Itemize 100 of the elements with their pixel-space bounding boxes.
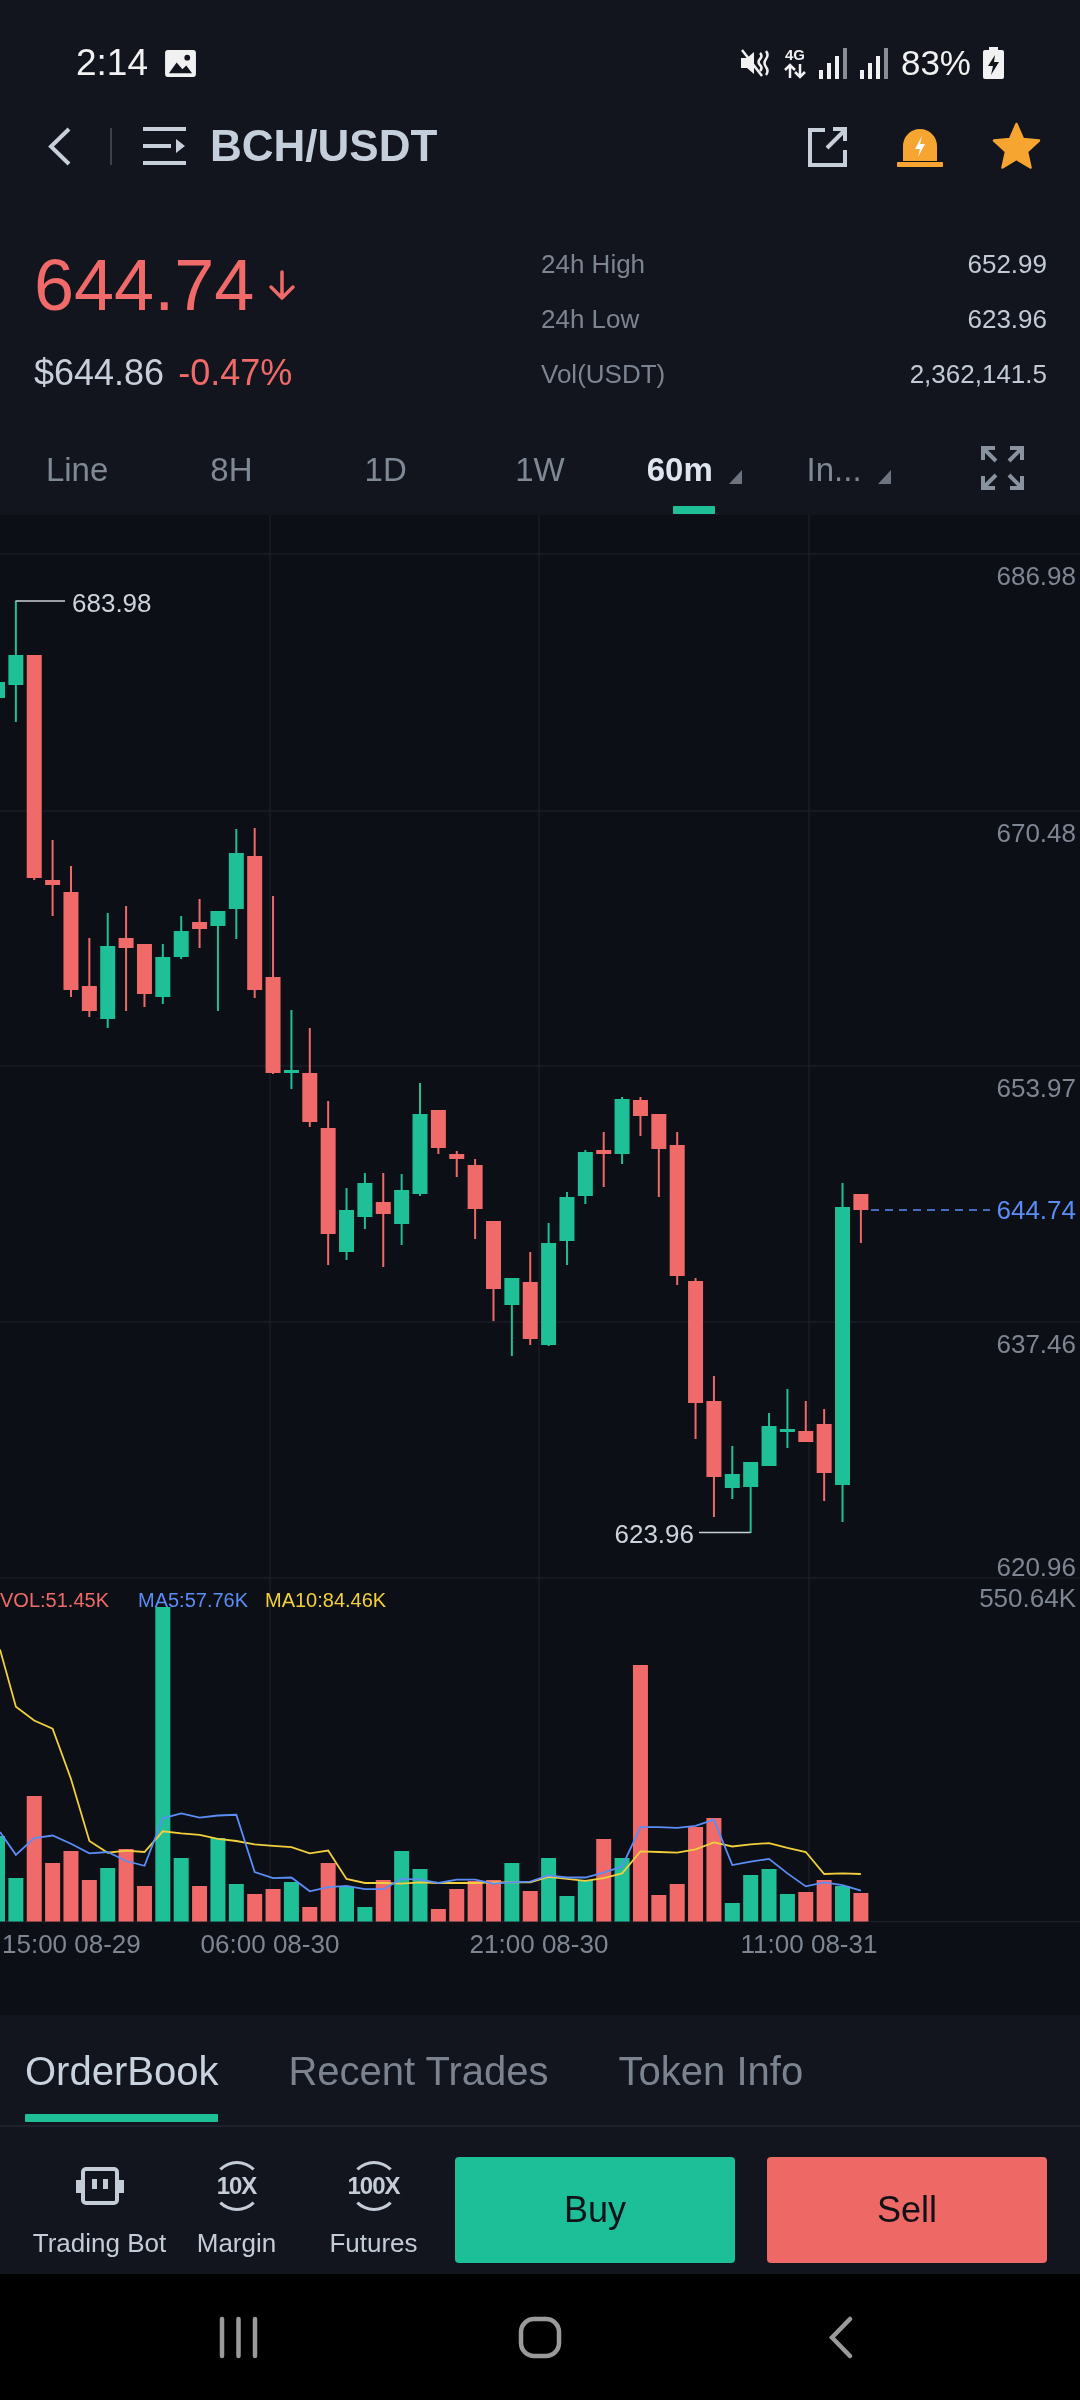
volume-bar — [467, 1881, 483, 1922]
star-icon[interactable] — [992, 122, 1041, 170]
home-icon[interactable] — [518, 2315, 562, 2359]
interval-tab[interactable]: 60m — [617, 430, 772, 515]
time-axis-label: 11:00 08-31 — [740, 1929, 878, 1959]
volume-bar — [522, 1891, 538, 1922]
falling-candle — [853, 1193, 869, 1244]
interval-tab[interactable]: 1D — [308, 430, 463, 515]
content-tab[interactable]: Token Info — [618, 2015, 804, 2125]
volume-bar — [449, 1889, 465, 1922]
volume-bar — [486, 1880, 501, 1922]
volume-bar — [761, 1869, 777, 1922]
menu-icon[interactable] — [143, 125, 186, 167]
high-price-leader — [14, 600, 66, 602]
volume-bar — [81, 1880, 97, 1922]
rising-candle — [577, 1149, 593, 1205]
volume-bar — [136, 1886, 152, 1922]
time-axis-label: 06:00 08-30 — [200, 1929, 340, 1959]
rising-candle — [779, 1388, 795, 1449]
fullscreen-icon[interactable] — [981, 446, 1025, 490]
last-price-label: 644.74 — [996, 1195, 1076, 1225]
volume-bar — [8, 1878, 24, 1922]
pair-title: BCH/USDT — [210, 121, 438, 171]
price-change: -0.47% — [178, 351, 293, 395]
low-price-leader — [698, 1531, 752, 1534]
falling-candle — [192, 898, 208, 949]
falling-candle — [449, 1150, 465, 1178]
volume-bar — [541, 1858, 557, 1922]
data-arrows-icon — [782, 62, 807, 79]
last-price: 644.74 — [34, 247, 255, 323]
price-axis-label: 637.46 — [996, 1329, 1076, 1359]
volume-bar — [339, 1887, 355, 1922]
price-axis-label: 620.96 — [996, 1552, 1076, 1582]
volume-bar — [394, 1851, 410, 1922]
interval-tab[interactable]: Line — [0, 430, 155, 515]
share-icon[interactable] — [807, 124, 848, 168]
content-tab[interactable]: OrderBook — [25, 2015, 219, 2125]
battery-charging-icon — [983, 47, 1004, 79]
volume-bar — [577, 1880, 593, 1922]
rising-candle — [614, 1096, 630, 1165]
volume-max-label: 550.64K — [979, 1583, 1076, 1613]
volume-bar — [45, 1863, 61, 1922]
high-price-label: 683.98 — [72, 588, 152, 618]
battery-percent: 83% — [900, 43, 971, 83]
low-price-label: 623.96 — [614, 1519, 694, 1549]
mute-icon — [739, 47, 771, 79]
falling-candle — [632, 1096, 648, 1137]
network-type-label: 4G — [784, 47, 805, 62]
falling-candle — [596, 1131, 612, 1188]
volume-bar — [63, 1851, 79, 1922]
stat-value: 652.99 — [967, 247, 1047, 280]
interval-tab[interactable]: 1W — [462, 430, 618, 515]
volume-bar — [430, 1909, 446, 1922]
volume-bar — [247, 1894, 263, 1922]
price-axis-label: 653.97 — [996, 1073, 1076, 1103]
volume-bar — [412, 1869, 428, 1922]
stat-label: Vol(USDT) — [541, 357, 666, 390]
rising-candle — [0, 682, 5, 698]
volume-bar — [302, 1907, 318, 1922]
volume-bar — [614, 1858, 630, 1922]
volume-bar — [320, 1863, 336, 1922]
volume-bar — [357, 1907, 373, 1922]
rising-candle — [155, 943, 171, 1005]
signal-icon — [859, 47, 889, 79]
volume-legend: MA5:57.76K — [138, 1589, 249, 1611]
volume-bar — [283, 1882, 299, 1922]
time-axis-label: 15:00 08-29 — [2, 1929, 141, 1959]
sell-button[interactable]: Sell — [767, 2157, 1047, 2263]
volume-bar — [100, 1868, 116, 1922]
shortcut-button[interactable]: Trading Bot — [31, 2157, 168, 2263]
fiat-price: $644.86 — [34, 351, 165, 395]
back-icon[interactable] — [828, 2315, 855, 2359]
stat-label: 24h Low — [541, 302, 640, 335]
interval-tab[interactable]: 8H — [154, 430, 309, 515]
buy-button[interactable]: Buy — [455, 2157, 735, 2263]
stat-value: 2,362,141.5 — [909, 357, 1047, 390]
signal-icon — [818, 47, 848, 79]
recents-icon[interactable] — [218, 2315, 260, 2359]
volume-bar — [669, 1884, 685, 1922]
back-icon[interactable] — [47, 125, 72, 167]
stat-label: 24h High — [541, 247, 646, 280]
rising-candle — [724, 1445, 740, 1500]
image-icon — [165, 49, 196, 77]
volume-bar — [651, 1895, 667, 1922]
rising-candle — [357, 1172, 373, 1230]
price-axis-label: 686.98 — [996, 561, 1076, 591]
content-tab[interactable]: Recent Trades — [288, 2015, 549, 2125]
time-axis-label: 21:00 08-30 — [469, 1929, 609, 1959]
volume-bar — [228, 1884, 244, 1922]
price-axis-label: 670.48 — [996, 818, 1076, 848]
falling-candle — [430, 1109, 446, 1155]
status-time: 2:14 — [76, 42, 148, 84]
volume-bar — [192, 1886, 208, 1922]
shortcut-button[interactable]: 10X Margin — [168, 2157, 305, 2263]
volume-bar — [835, 1886, 850, 1922]
shortcut-button[interactable]: 100X Futures — [305, 2157, 442, 2263]
volume-bar — [743, 1875, 759, 1922]
interval-tab[interactable]: In... — [771, 430, 926, 515]
volume-bar — [559, 1896, 575, 1922]
volume-bar — [173, 1858, 189, 1922]
